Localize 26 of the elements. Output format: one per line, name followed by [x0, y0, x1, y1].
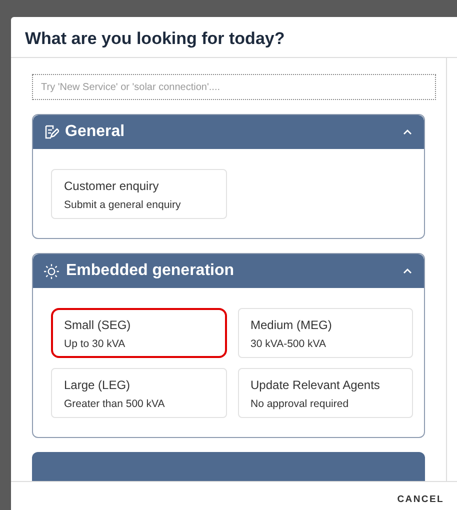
chevron-up-icon[interactable] — [403, 268, 412, 274]
option-subtitle: 30 kVA-500 kVA — [250, 338, 327, 350]
category-title: Embedded generation — [66, 262, 236, 280]
option-title: Medium (MEG) — [250, 318, 333, 332]
option-subtitle: Greater than 500 kVA — [64, 398, 166, 410]
category-title: General — [65, 123, 126, 141]
option-title: Customer enquiry — [64, 179, 160, 193]
category-header[interactable]: General — [33, 115, 424, 149]
option-card[interactable]: Customer enquiry Submit a general enquiry — [51, 169, 226, 219]
chevron-up-icon[interactable] — [403, 129, 412, 135]
dialog-title: What are you looking for today? — [25, 29, 286, 49]
option-subtitle: Up to 30 kVA — [64, 338, 126, 350]
search-field[interactable]: Try 'New Service' or 'solar connection'.... — [32, 74, 436, 100]
category-header[interactable]: Embedded generation — [33, 254, 424, 288]
option-card[interactable]: Large (LEG) Greater than 500 kVA — [51, 368, 226, 418]
option-card[interactable]: Update Relevant Agents No approval required — [238, 368, 413, 418]
option-subtitle: No approval required — [250, 398, 350, 410]
option-title: Update Relevant Agents — [250, 378, 381, 392]
option-subtitle: Submit a general enquiry — [64, 199, 182, 211]
note-icon — [43, 124, 59, 140]
option-card[interactable]: Medium (MEG) 30 kVA-500 kVA — [238, 308, 413, 358]
option-card[interactable]: Small (SEG) Up to 30 kVA — [51, 308, 226, 358]
cancel-button[interactable]: CANCEL — [395, 492, 446, 506]
option-title: Large (LEG) — [64, 378, 132, 392]
option-title: Small (SEG) — [64, 318, 132, 332]
sun-icon — [43, 262, 60, 280]
